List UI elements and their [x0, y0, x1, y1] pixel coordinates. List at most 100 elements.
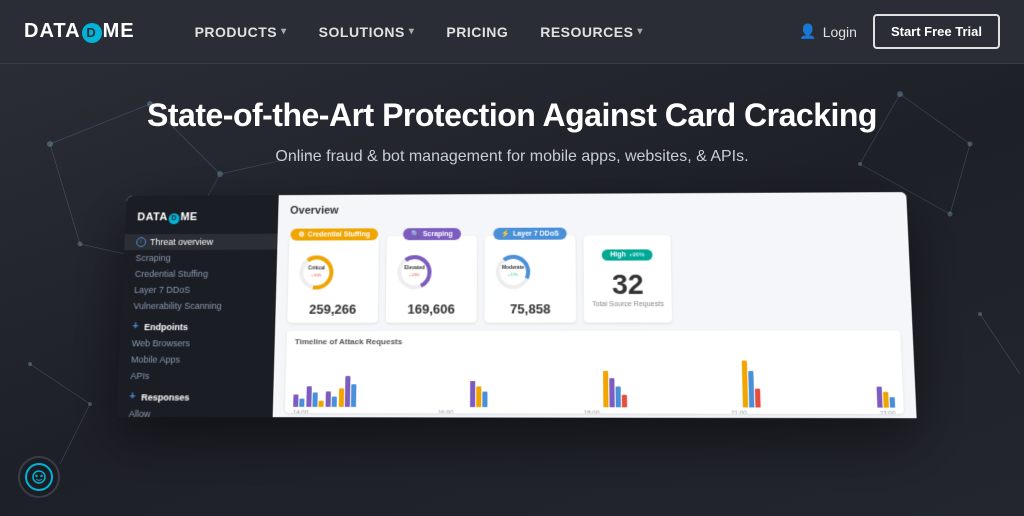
start-free-trial-button[interactable]: Start Free Trial: [873, 14, 1000, 49]
plus-icon: +: [129, 392, 135, 403]
hero-text-block: State-of-the-Art Protection Against Card…: [0, 96, 1024, 166]
dashboard-container: DATADME i Threat overview Scraping Crede…: [117, 192, 917, 418]
sidebar-item-scraping[interactable]: Scraping: [123, 250, 277, 266]
bar-ddos-4: [351, 385, 356, 408]
bot-icon-inner: [25, 463, 53, 491]
bar-cred-2: [318, 401, 323, 407]
bar-scraping-8: [877, 387, 883, 408]
sidebar-item-layer7[interactable]: Layer 7 DDoS: [122, 282, 276, 298]
bar-ddos-8: [890, 398, 896, 409]
timeline-title: Timeline of Attack Requests: [295, 337, 893, 347]
bar-scraping-5: [470, 382, 475, 408]
donut-chart-1: Critical +10%: [296, 253, 337, 293]
sidebar-item-threat-overview[interactable]: i Threat overview: [124, 234, 278, 250]
login-button[interactable]: 👤 Login: [799, 23, 857, 40]
bar-ddos-7: [748, 371, 754, 408]
metric-value-3: 75,858: [493, 302, 568, 317]
bar-cred-4: [339, 389, 344, 408]
chevron-down-icon: ▾: [409, 26, 415, 37]
chevron-down-icon: ▾: [637, 26, 643, 37]
bar-cred-7: [741, 361, 747, 408]
sidebar-item-apis[interactable]: APIs: [118, 368, 274, 384]
nav-right: 👤 Login Start Free Trial: [799, 14, 1000, 49]
metric-card-scraping: 🔍 Scraping Elevated +13% 169,606: [386, 236, 477, 323]
bar-group-5: [470, 382, 487, 408]
svg-text:+13%: +13%: [409, 273, 420, 278]
bar-group-1: [293, 395, 304, 407]
bar-ddos-3: [332, 397, 337, 407]
bar-scraping-2: [306, 387, 312, 408]
dashboard-logo: DATADME: [125, 207, 279, 234]
overview-title: Overview: [290, 203, 895, 218]
shield-bot-icon: [31, 469, 47, 485]
bar-group-7: [741, 361, 760, 408]
sidebar-item-vuln-scan[interactable]: Vulnerability Scanning: [121, 298, 276, 314]
bar-cred-8: [883, 392, 889, 408]
plus-icon: +: [132, 321, 138, 332]
logo: DATADME: [24, 20, 135, 43]
nav-links: PRODUCTS ▾ SOLUTIONS ▾ PRICING RESOURCES…: [183, 16, 800, 48]
nav-products[interactable]: PRODUCTS ▾: [183, 16, 299, 48]
sidebar-item-credential-stuffing[interactable]: Credential Stuffing: [123, 266, 277, 282]
hero-subtitle: Online fraud & bot management for mobile…: [20, 148, 1004, 166]
logo-d-circle: D: [82, 23, 102, 43]
bar-other-7: [755, 389, 761, 408]
dashboard-main: Overview ⚙ Credential Stuffing: [273, 192, 917, 418]
bar-scraping-1: [293, 395, 298, 407]
bar-scraping-3: [326, 392, 331, 407]
metric-value-2: 169,606: [394, 302, 469, 317]
bar-cred-6: [603, 371, 609, 407]
bar-group-6: [603, 371, 627, 407]
high-badge: High +96%: [602, 250, 653, 261]
user-icon: 👤: [799, 23, 816, 40]
time-label-3: 18:00: [584, 411, 600, 415]
hero-title: State-of-the-Art Protection Against Card…: [20, 96, 1004, 134]
svg-text:Elevated: Elevated: [404, 265, 425, 271]
credential-stuffing-badge: ⚙ Credential Stuffing: [290, 229, 378, 241]
metric-value-1: 259,266: [295, 302, 369, 317]
dashboard-mockup: DATADME i Threat overview Scraping Crede…: [0, 194, 1024, 414]
hero-section: State-of-the-Art Protection Against Card…: [0, 64, 1024, 516]
donut-chart-3: Moderate +17%: [493, 252, 533, 292]
time-axis: 14:00 16:00 18:00 21:00 23:00: [293, 410, 896, 414]
bar-other-6: [621, 395, 626, 408]
bar-ddos-5: [483, 392, 488, 408]
bar-group-8: [877, 387, 896, 408]
svg-text:+10%: +10%: [311, 273, 322, 278]
info-icon: i: [136, 238, 146, 248]
sidebar-item-allow[interactable]: Allow: [117, 406, 273, 419]
logo-text: DATADME: [24, 20, 135, 43]
metric-card-credential-stuffing: ⚙ Credential Stuffing Critical +10% 259,…: [287, 237, 379, 324]
navbar: DATADME PRODUCTS ▾ SOLUTIONS ▾ PRICING R…: [0, 0, 1024, 64]
time-label-5: 23:00: [880, 411, 896, 414]
sidebar-section-endpoints: + Endpoints: [120, 318, 275, 335]
donut-chart-2: Elevated +13%: [394, 252, 435, 292]
metric-value-4: 32: [612, 269, 644, 302]
nav-solutions[interactable]: SOLUTIONS ▾: [307, 16, 427, 48]
bar-group-4: [339, 376, 357, 407]
bar-cred-5: [476, 387, 481, 408]
bar-group-2: [306, 387, 324, 408]
nav-resources[interactable]: RESOURCES ▾: [528, 16, 655, 48]
metric-card-high: High +96% 32 Total Source Requests: [583, 236, 672, 323]
bar-group-3: [326, 392, 337, 408]
time-label-4: 21:00: [731, 411, 747, 414]
svg-text:+17%: +17%: [508, 272, 519, 277]
timeline-section: Timeline of Attack Requests: [285, 331, 904, 414]
total-source-label: Total Source Requests: [592, 301, 664, 308]
time-label-1: 14:00: [293, 410, 308, 414]
svg-text:Moderate: Moderate: [502, 265, 525, 271]
bar-scraping-4: [345, 376, 351, 407]
chevron-down-icon: ▾: [281, 26, 287, 37]
svg-text:Critical: Critical: [308, 266, 326, 272]
sidebar-item-mobile-apps[interactable]: Mobile Apps: [119, 352, 275, 368]
dashboard-sidebar: DATADME i Threat overview Scraping Crede…: [117, 196, 279, 418]
nav-pricing[interactable]: PRICING: [434, 16, 520, 48]
dashboard-inner: DATADME i Threat overview Scraping Crede…: [117, 192, 917, 418]
bar-ddos-2: [312, 393, 317, 407]
bar-scraping-6: [609, 379, 614, 408]
sidebar-item-web-browsers[interactable]: Web Browsers: [120, 336, 275, 352]
scraping-badge: 🔍 Scraping: [403, 228, 461, 240]
bot-protection-icon: [18, 456, 60, 498]
metric-card-ddos: ⚡ Layer 7 DDoS Moderate +17% 75,858: [485, 236, 576, 323]
